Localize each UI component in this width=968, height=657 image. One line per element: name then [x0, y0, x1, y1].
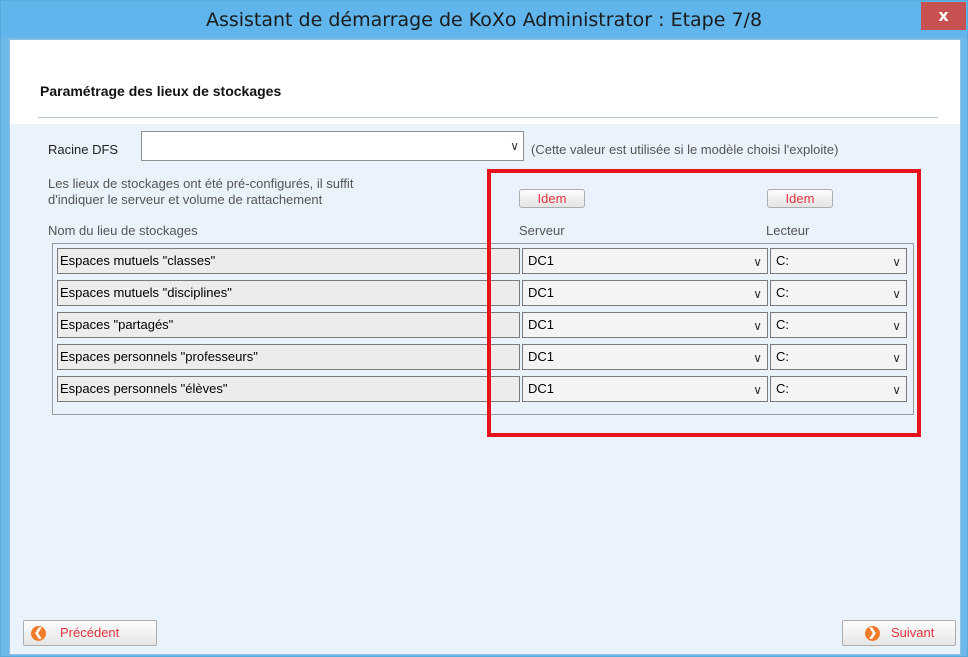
- next-button[interactable]: ❯ Suivant: [842, 620, 956, 646]
- dfs-note: (Cette valeur est utilisée si le modèle …: [531, 142, 839, 157]
- storage-name-cell: Espaces personnels "élèves": [57, 376, 520, 402]
- storage-name-cell: Espaces personnels "professeurs": [57, 344, 520, 370]
- storage-name-cell: Espaces mutuels "classes": [57, 248, 520, 274]
- header-divider: [38, 117, 938, 118]
- header-panel: Paramétrage des lieux de stockages: [10, 40, 960, 124]
- column-header-name: Nom du lieu de stockages: [48, 223, 198, 238]
- dfs-label: Racine DFS: [48, 142, 119, 157]
- highlight-frame: [487, 169, 921, 437]
- info-line-1: Les lieux de stockages ont été pré-confi…: [48, 176, 354, 191]
- wizard-body: Paramétrage des lieux de stockages Racin…: [9, 39, 961, 655]
- info-line-2: d'indiquer le serveur et volume de ratta…: [48, 192, 323, 207]
- storage-name-cell: Espaces "partagés": [57, 312, 520, 338]
- arrow-left-circle-icon: ❮: [31, 626, 46, 641]
- page-heading: Paramétrage des lieux de stockages: [40, 83, 282, 99]
- next-button-label: Suivant: [891, 625, 935, 640]
- arrow-right-circle-icon: ❯: [865, 626, 880, 641]
- window-title: Assistant de démarrage de KoXo Administr…: [205, 9, 763, 31]
- dfs-root-select[interactable]: ∨: [141, 131, 524, 161]
- title-bar: Assistant de démarrage de KoXo Administr…: [1, 1, 967, 37]
- storage-name-cell: Espaces mutuels "disciplines": [57, 280, 520, 306]
- close-button[interactable]: x: [921, 2, 966, 30]
- chevron-down-icon: ∨: [510, 139, 519, 153]
- previous-button-label: Précédent: [60, 625, 120, 640]
- wizard-window: Assistant de démarrage de KoXo Administr…: [0, 0, 968, 657]
- previous-button[interactable]: ❮ Précédent: [23, 620, 157, 646]
